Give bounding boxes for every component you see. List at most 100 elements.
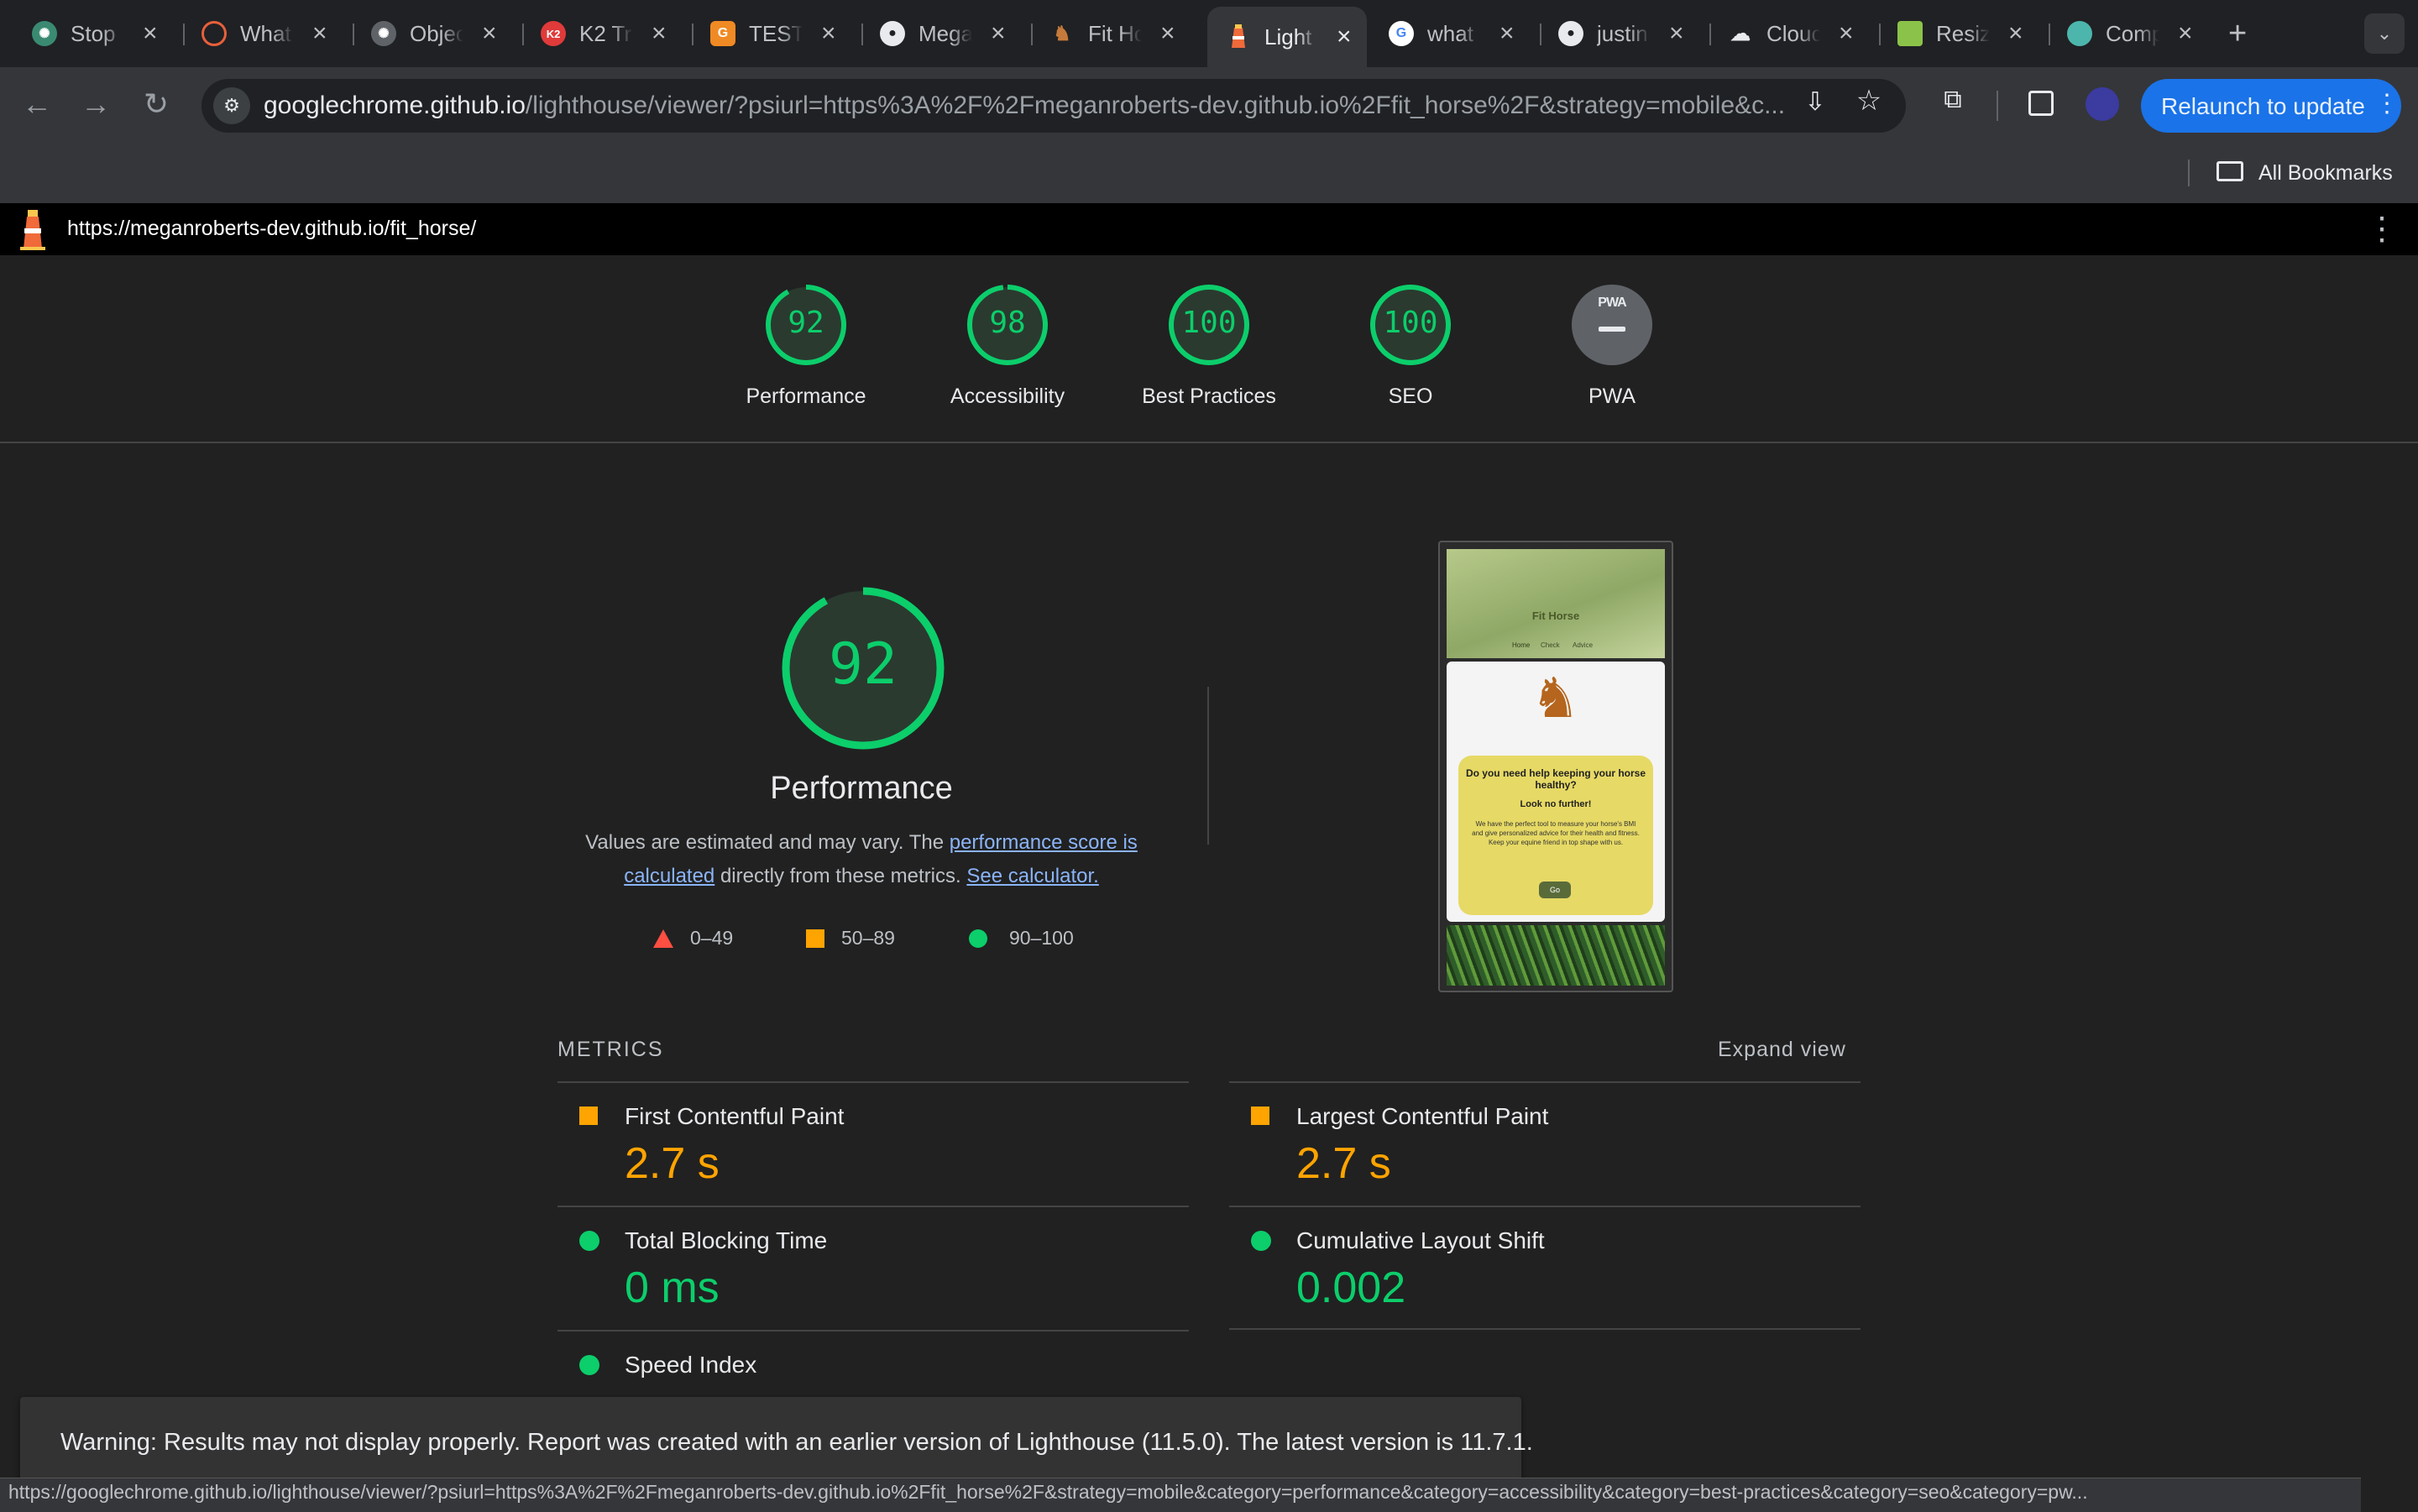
side-panel-icon[interactable] bbox=[2028, 91, 2054, 116]
screenshot-grass bbox=[1447, 925, 1665, 986]
close-icon[interactable]: × bbox=[652, 21, 667, 46]
tab-title: Resiz bbox=[1936, 20, 1990, 46]
relaunch-button[interactable]: Relaunch to update ⋮ bbox=[2141, 79, 2401, 133]
pass-circle-icon bbox=[1251, 1231, 1271, 1251]
square-icon bbox=[806, 929, 824, 948]
tab-5[interactable]: ● Mega × bbox=[861, 12, 1006, 55]
close-icon[interactable]: × bbox=[482, 21, 497, 46]
tab-3[interactable]: K2 K2 Tr × bbox=[522, 12, 667, 55]
tab-title: Comp bbox=[2106, 20, 2159, 46]
close-icon[interactable]: × bbox=[1160, 21, 1175, 46]
average-square-icon bbox=[579, 1107, 598, 1125]
tab-search-button[interactable]: ⌄ bbox=[2364, 13, 2405, 54]
all-bookmarks[interactable]: All Bookmarks bbox=[2258, 161, 2393, 186]
screenshot-nav-advice: Advice bbox=[1573, 641, 1594, 649]
metric-fcp-value: 2.7 s bbox=[625, 1139, 720, 1188]
tab-6[interactable]: ♞ Fit Ho × bbox=[1031, 12, 1175, 55]
close-icon[interactable]: × bbox=[143, 21, 158, 46]
gauge-score: 92 bbox=[788, 306, 824, 340]
screenshot-subheading: Look no further! bbox=[1520, 799, 1592, 809]
horse-icon: ♞ bbox=[1531, 667, 1581, 729]
toolbar-divider bbox=[1997, 91, 1998, 121]
chevron-logo-icon: G bbox=[710, 21, 735, 46]
tab-title: Mega bbox=[919, 20, 972, 46]
tab-11[interactable]: Resiz × bbox=[1879, 12, 2023, 55]
metric-lcp-value: 2.7 s bbox=[1296, 1139, 1391, 1188]
screenshot-callout: Do you need help keeping your horse heal… bbox=[1458, 756, 1653, 915]
metric-tbt-title: Total Blocking Time bbox=[625, 1227, 828, 1253]
close-icon[interactable]: × bbox=[1839, 21, 1854, 46]
screenshot-nav-home: Home bbox=[1512, 641, 1531, 649]
performance-title: Performance bbox=[770, 771, 953, 806]
bookmark-star-icon[interactable]: ☆ bbox=[1852, 84, 1886, 118]
close-icon[interactable]: × bbox=[821, 21, 836, 46]
tab-7-active[interactable]: Light × bbox=[1207, 7, 1367, 67]
expand-view-button[interactable]: Expand view bbox=[1718, 1038, 1846, 1062]
openai-icon: ✺ bbox=[371, 21, 396, 46]
close-icon[interactable]: × bbox=[1669, 21, 1684, 46]
screenshot-go-button: Go bbox=[1539, 882, 1571, 898]
see-calculator-link[interactable]: See calculator. bbox=[966, 865, 1098, 887]
tab-8[interactable]: G what × bbox=[1370, 12, 1515, 55]
lighthouse-icon bbox=[1226, 24, 1251, 50]
tab-10[interactable]: ☁ Clouc × bbox=[1709, 12, 1854, 55]
avatar[interactable] bbox=[2086, 87, 2119, 121]
tab-1[interactable]: What × bbox=[183, 12, 327, 55]
forward-button[interactable]: → bbox=[77, 86, 114, 123]
extensions-icon[interactable]: ⧉ bbox=[1936, 86, 1970, 119]
metric-divider bbox=[1229, 1081, 1861, 1083]
k2-icon: K2 bbox=[541, 21, 566, 46]
circle-icon bbox=[969, 929, 987, 948]
screenshot-hero: Fit Horse Home Check Advice bbox=[1447, 549, 1665, 658]
bookmarks-bar bbox=[0, 144, 2418, 204]
tab-12[interactable]: Comp × bbox=[2049, 12, 2193, 55]
cloud-icon: ☁ bbox=[1730, 22, 1751, 45]
install-app-icon[interactable]: ⇩ bbox=[1798, 87, 1832, 121]
warning-text: Warning: Results may not display properl… bbox=[60, 1429, 1533, 1456]
metric-fcp-title: First Contentful Paint bbox=[625, 1103, 845, 1129]
close-icon[interactable]: × bbox=[312, 21, 327, 46]
screenshot-body: We have the perfect tool to measure your… bbox=[1472, 820, 1640, 846]
tab-2[interactable]: ✺ Objec × bbox=[353, 12, 497, 55]
close-icon[interactable]: × bbox=[1337, 24, 1352, 50]
tab-0[interactable]: ✺ Stop × bbox=[13, 12, 158, 55]
back-button[interactable]: ← bbox=[18, 86, 55, 123]
horse-icon: ♞ bbox=[1053, 22, 1071, 45]
reload-button[interactable]: ↻ bbox=[138, 86, 175, 123]
tab-title: Fit Ho bbox=[1088, 20, 1142, 46]
triangle-icon bbox=[653, 929, 673, 948]
tab-title: justin bbox=[1597, 20, 1648, 46]
resize-icon bbox=[1897, 21, 1923, 46]
gauge-label: Accessibility bbox=[950, 385, 1065, 408]
url-text[interactable]: googlechrome.github.io/lighthouse/viewer… bbox=[264, 92, 1792, 120]
bookmarks-divider bbox=[2188, 160, 2190, 186]
report-url[interactable]: https://meganroberts-dev.github.io/fit_h… bbox=[67, 217, 476, 241]
more-vert-icon[interactable]: ⋮ bbox=[2374, 89, 2400, 118]
close-icon[interactable]: × bbox=[2178, 21, 2193, 46]
tab-title: what bbox=[1427, 20, 1473, 46]
metric-lcp-title: Largest Contentful Paint bbox=[1296, 1103, 1549, 1129]
screenshot-card: ♞ Do you need help keeping your horse he… bbox=[1447, 662, 1665, 922]
google-icon: G bbox=[1389, 21, 1414, 46]
legend-label: 50–89 bbox=[841, 927, 895, 949]
final-screenshot[interactable]: Fit Horse Home Check Advice ♞ Do you nee… bbox=[1438, 541, 1673, 992]
legend-average: 50–89 bbox=[806, 927, 895, 950]
site-info-icon[interactable]: ⚙ bbox=[213, 87, 250, 124]
more-vert-icon[interactable]: ⋮ bbox=[2366, 210, 2398, 248]
close-icon[interactable]: × bbox=[1499, 21, 1515, 46]
tab-title: Light bbox=[1264, 24, 1312, 50]
vertical-divider bbox=[1207, 687, 1209, 845]
pass-circle-icon bbox=[579, 1355, 599, 1375]
metric-divider bbox=[557, 1081, 1189, 1083]
new-tab-button[interactable]: + bbox=[2228, 15, 2247, 52]
close-icon[interactable]: × bbox=[2008, 21, 2023, 46]
close-icon[interactable]: × bbox=[991, 21, 1006, 46]
gauge-label: Best Practices bbox=[1142, 385, 1276, 408]
legend-label: 0–49 bbox=[690, 927, 734, 949]
tab-4[interactable]: G TEST × bbox=[692, 12, 836, 55]
screenshot-brand: Fit Horse bbox=[1531, 610, 1580, 622]
metric-si-title: Speed Index bbox=[625, 1352, 757, 1378]
tab-title: Stop bbox=[71, 20, 116, 46]
tab-9[interactable]: ● justin × bbox=[1540, 12, 1684, 55]
metric-divider bbox=[557, 1330, 1189, 1332]
